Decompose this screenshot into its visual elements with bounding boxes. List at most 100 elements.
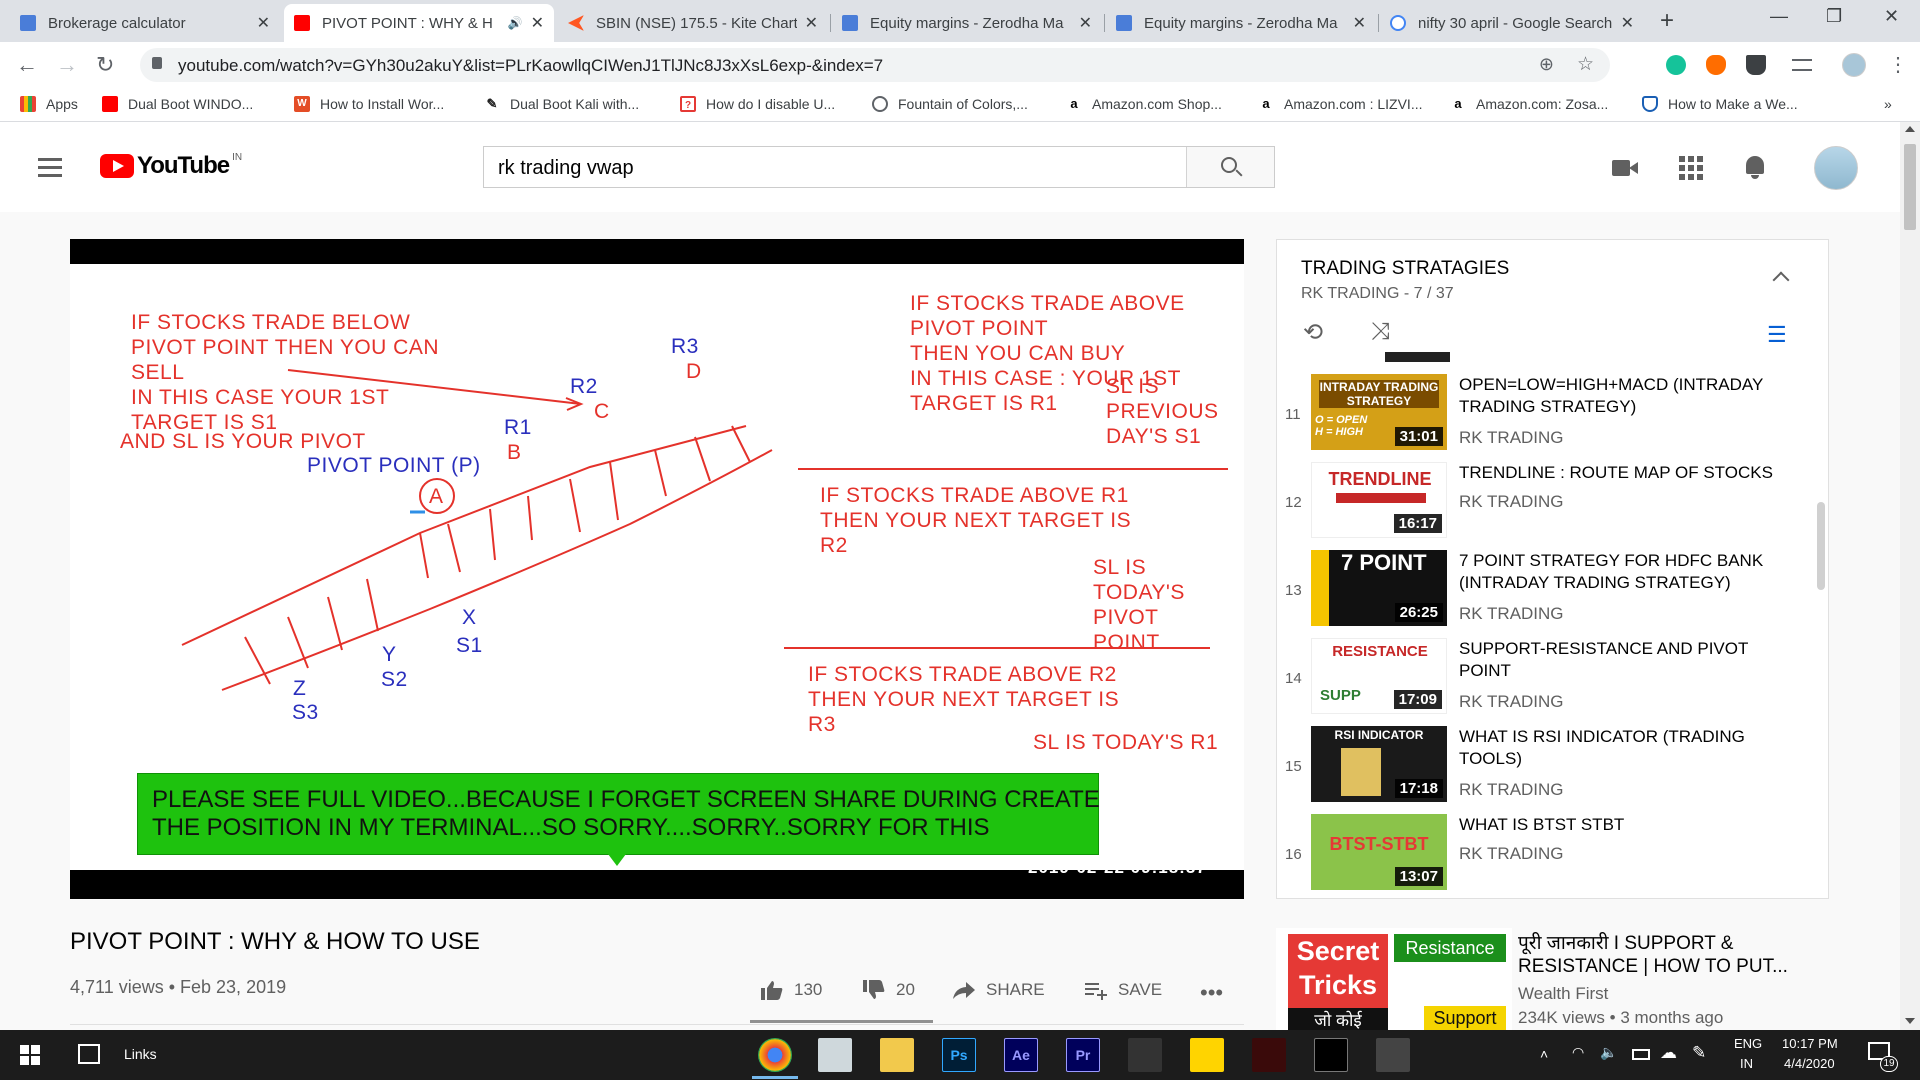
speaker-icon[interactable]: 🔊 (508, 16, 523, 30)
bookmark-star-icon[interactable]: ☆ (1577, 53, 1594, 76)
a-label: A (429, 485, 444, 508)
forward-button[interactable]: → (56, 52, 78, 78)
collapse-chevron-icon[interactable] (1772, 271, 1790, 289)
more-actions-icon[interactable]: ••• (1200, 980, 1223, 1006)
playlist-item[interactable]: 16 BTST-STBT 13:07 WHAT IS BTST STBT RK … (1277, 810, 1817, 898)
shuffle-icon[interactable]: ⤨ (1371, 318, 1390, 346)
chrome-taskbar-icon[interactable] (758, 1038, 792, 1072)
save-button[interactable]: SAVE (1084, 980, 1162, 1000)
playlist-item[interactable]: 11 INTRADAY TRADING STRATEGY O = OPEN H =… (1277, 370, 1817, 458)
clock-date[interactable]: 4/4/2020 (1784, 1056, 1835, 1071)
dislike-button[interactable]: 20 (862, 980, 915, 1000)
frame-right-sl-1: SL IS PREVIOUS DAY'S S1 (1106, 375, 1219, 448)
close-icon[interactable]: ✕ (1353, 13, 1366, 33)
window-close-button[interactable]: ✕ (1884, 6, 1899, 27)
calculator-icon[interactable] (1376, 1038, 1410, 1072)
video-player[interactable]: IF STOCKS TRADE BELOW PIVOT POINT THEN Y… (70, 239, 1244, 899)
apps-grid-icon[interactable] (1679, 156, 1703, 180)
bookmark-apps[interactable]: Apps (20, 96, 78, 112)
scroll-down-icon[interactable] (1905, 1018, 1915, 1024)
media-control-icon[interactable] (1792, 59, 1812, 71)
reload-button[interactable]: ↻ (96, 52, 114, 78)
grammarly-extension-icon[interactable] (1666, 55, 1686, 75)
after-effects-icon[interactable]: Ae (1004, 1038, 1038, 1072)
premiere-pro-icon[interactable]: Pr (1066, 1038, 1100, 1072)
notifications-bell-icon[interactable] (1744, 156, 1770, 180)
maximize-button[interactable]: ❐ (1826, 6, 1842, 27)
clock-time[interactable]: 10:17 PM (1782, 1036, 1838, 1051)
zoom-icon[interactable]: ⊕ (1539, 54, 1554, 75)
tab-brokerage-calculator[interactable]: Brokerage calculator ✕ (10, 4, 280, 42)
wifi-icon[interactable]: ◠ (1572, 1044, 1584, 1061)
avatar[interactable] (1814, 146, 1858, 190)
tab-sbin-kite-chart[interactable]: SBIN (NSE) 175.5 - Kite Chart ✕ (558, 4, 828, 42)
onedrive-cloud-icon[interactable]: ☁ (1660, 1043, 1677, 1063)
volume-icon[interactable]: 🔈 (1600, 1044, 1617, 1061)
suggested-video-title[interactable]: पूरी जानकारी I SUPPORT & RESISTANCE | HO… (1518, 932, 1808, 978)
menu-icon[interactable] (38, 158, 62, 182)
like-button[interactable]: 130 (760, 980, 822, 1000)
chrome-menu-icon[interactable]: ⋮ (1888, 52, 1908, 77)
windows-start-icon[interactable] (20, 1045, 40, 1065)
scrollbar-thumb[interactable] (1904, 144, 1916, 230)
playlist-item[interactable]: 13 7 POINT 26:25 7 POINT STRATEGY FOR HD… (1277, 546, 1817, 634)
tab-equity-margins-2[interactable]: Equity margins - Zerodha Ma ✕ (1106, 4, 1376, 42)
loop-icon[interactable]: ⟲ (1303, 318, 1323, 347)
bookmark-disable-u[interactable]: ? How do I disable U... (680, 96, 835, 112)
photoshop-icon[interactable]: Ps (942, 1038, 976, 1072)
bookmark-install-wordpress[interactable]: W How to Install Wor... (294, 96, 444, 112)
create-video-icon[interactable] (1612, 156, 1638, 180)
flask-extension-icon[interactable] (1746, 55, 1766, 75)
bookmark-dual-boot-kali[interactable]: ✎ Dual Boot Kali with... (484, 96, 640, 112)
close-icon[interactable]: ✕ (1079, 13, 1092, 33)
minimize-button[interactable]: — (1770, 6, 1788, 27)
search-button[interactable] (1186, 147, 1274, 187)
playlist-item[interactable]: 12 TRENDLINE 16:17 TRENDLINE : ROUTE MAP… (1277, 458, 1817, 546)
bookmark-dual-boot-windows[interactable]: Dual Boot WINDO... (102, 96, 253, 112)
playlist-title[interactable]: TRADING STRATAGIES (1301, 258, 1509, 280)
thumbs-up-icon (761, 981, 783, 1000)
bookmark-amazon-lizvi[interactable]: a Amazon.com : LIZVI... (1258, 96, 1422, 112)
scroll-up-icon[interactable] (1905, 126, 1915, 132)
back-button[interactable]: ← (16, 52, 38, 78)
page-scrollbar[interactable] (1900, 122, 1920, 1030)
language-indicator[interactable]: ENG (1734, 1036, 1762, 1051)
close-icon[interactable]: ✕ (805, 13, 818, 33)
file-explorer-icon[interactable] (880, 1038, 914, 1072)
playlist-item[interactable]: 15 RSI INDICATOR 17:18 WHAT IS RSI INDIC… (1277, 722, 1817, 810)
bookmarks-overflow-button[interactable]: » (1884, 96, 1892, 112)
youtube-logo[interactable]: YouTube IN (100, 152, 242, 180)
region-indicator[interactable]: IN (1740, 1056, 1753, 1071)
playlist-save-icon[interactable]: ☰ (1767, 322, 1787, 348)
tab-equity-margins-1[interactable]: Equity margins - Zerodha Ma ✕ (832, 4, 1102, 42)
show-hidden-icons-chevron-icon[interactable]: ˄ (1540, 1046, 1548, 1062)
bookmark-make-a-website[interactable]: How to Make a We... (1642, 96, 1798, 112)
share-button[interactable]: SHARE (952, 980, 1045, 1000)
profile-avatar-icon[interactable] (1842, 53, 1866, 77)
bookmark-amazon-zosa[interactable]: a Amazon.com: Zosa... (1450, 96, 1608, 112)
battery-icon[interactable] (1632, 1049, 1650, 1060)
terminal-icon[interactable] (1314, 1038, 1348, 1072)
address-bar[interactable]: youtube.com/watch?v=GYh30u2akuY&list=PLr… (140, 48, 1610, 82)
links-toolbar[interactable]: Links (124, 1046, 157, 1062)
suggested-video-thumbnail[interactable]: Secret Tricks जो कोई Resistance Support (1276, 928, 1512, 1030)
vpn-app-icon[interactable] (1128, 1038, 1162, 1072)
d-label: D (686, 360, 702, 383)
close-icon[interactable]: ✕ (531, 13, 544, 33)
tab-google-search[interactable]: nifty 30 april - Google Search ✕ (1380, 4, 1644, 42)
pen-workspace-icon[interactable]: ✎ (1692, 1043, 1706, 1063)
flame-extension-icon[interactable] (1706, 55, 1726, 75)
close-icon[interactable]: ✕ (1621, 13, 1634, 33)
sticky-notes-icon[interactable] (1190, 1038, 1224, 1072)
playlist-scrollbar[interactable] (1817, 502, 1825, 590)
task-view-icon[interactable] (78, 1044, 100, 1064)
app-taskbar-icon[interactable] (818, 1038, 852, 1072)
predator-sense-icon[interactable] (1252, 1038, 1286, 1072)
close-icon[interactable]: ✕ (257, 13, 270, 33)
bookmark-fountain-of-colors[interactable]: Fountain of Colors,... (872, 96, 1028, 112)
new-tab-button[interactable]: + (1653, 8, 1681, 36)
search-input[interactable]: rk trading vwap (498, 157, 634, 180)
bookmark-amazon-shop[interactable]: a Amazon.com Shop... (1066, 96, 1222, 112)
playlist-item[interactable]: 14 RESISTANCE SUPP 17:09 SUPPORT-RESISTA… (1277, 634, 1817, 722)
tab-pivot-point[interactable]: PIVOT POINT : WHY & H 🔊 ✕ (284, 4, 554, 42)
